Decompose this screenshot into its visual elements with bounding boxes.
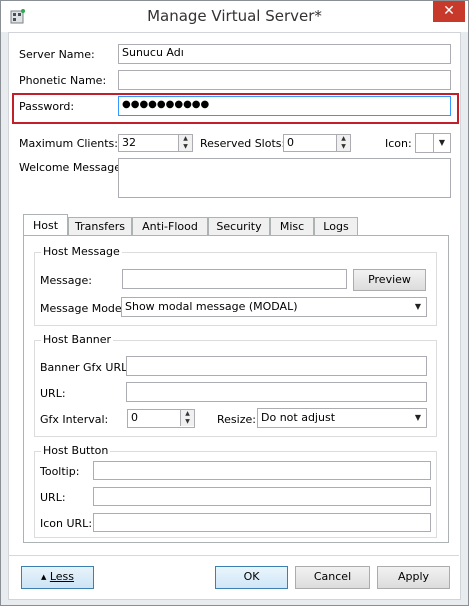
tooltip-label: Tooltip: (40, 465, 80, 478)
title-bar[interactable]: Manage Virtual Server* ✕ (1, 1, 468, 32)
spinner-arrows-icon[interactable]: ▲ ▼ (336, 135, 350, 151)
icon-url-label: Icon URL: (40, 517, 93, 530)
welcome-message-label: Welcome Message: (19, 161, 125, 174)
footer-divider (8, 555, 459, 556)
host-banner-title: Host Banner (41, 333, 114, 346)
apply-button[interactable]: Apply (377, 566, 450, 589)
banner-gfx-url-label: Banner Gfx URL: (40, 361, 131, 374)
host-message-title: Host Message (41, 245, 122, 258)
password-label: Password: (19, 100, 75, 113)
less-button[interactable]: ▲ Less (21, 566, 94, 589)
tab-misc[interactable]: Misc (270, 217, 314, 236)
reserved-slots-label: Reserved Slots: (200, 137, 286, 150)
phonetic-name-input[interactable] (118, 70, 451, 90)
message-mode-select[interactable]: Show modal message (MODAL) ▼ (121, 297, 427, 317)
icon-select[interactable]: ▼ (415, 133, 451, 153)
max-clients-value: 32 (122, 136, 136, 149)
manage-virtual-server-window: Manage Virtual Server* ✕ Server Name: Su… (0, 0, 469, 606)
banner-url-label: URL: (40, 387, 66, 400)
message-mode-value: Show modal message (MODAL) (125, 300, 298, 313)
welcome-message-input[interactable] (118, 158, 451, 198)
tab-transfers[interactable]: Transfers (68, 217, 132, 236)
resize-value: Do not adjust (261, 411, 336, 424)
close-button[interactable]: ✕ (433, 1, 465, 22)
resize-label: Resize: (217, 413, 256, 426)
message-label: Message: (40, 274, 92, 287)
spinner-arrows-icon[interactable]: ▲ ▼ (180, 410, 194, 426)
gfx-interval-label: Gfx Interval: (40, 413, 109, 426)
phonetic-name-label: Phonetic Name: (19, 74, 107, 87)
banner-gfx-url-input[interactable] (126, 356, 427, 376)
tab-logs[interactable]: Logs (314, 217, 358, 236)
banner-url-input[interactable] (126, 382, 427, 402)
window-title: Manage Virtual Server* (147, 7, 322, 25)
host-message-input[interactable] (122, 269, 347, 289)
tab-security[interactable]: Security (208, 217, 270, 236)
chevron-down-icon: ▼ (414, 302, 422, 311)
button-url-input[interactable] (93, 487, 431, 506)
chevron-down-icon: ▼ (433, 134, 450, 152)
message-mode-label: Message Mode: (40, 302, 126, 315)
password-input[interactable]: ●●●●●●●●●● (118, 96, 451, 116)
tab-host[interactable]: Host (23, 214, 68, 235)
resize-select[interactable]: Do not adjust ▼ (257, 408, 427, 428)
max-clients-label: Maximum Clients: (19, 137, 118, 150)
server-name-label: Server Name: (19, 48, 95, 61)
cancel-button[interactable]: Cancel (295, 566, 370, 589)
icon-url-input[interactable] (93, 513, 431, 532)
less-label: Less (49, 570, 75, 583)
close-icon: ✕ (443, 3, 455, 19)
chevron-up-icon: ▲ (40, 573, 47, 581)
spinner-arrows-icon[interactable]: ▲ ▼ (178, 135, 192, 151)
preview-button[interactable]: Preview (353, 269, 426, 291)
icon-label: Icon: (385, 137, 412, 150)
gfx-interval-value: 0 (131, 411, 138, 424)
tooltip-input[interactable] (93, 461, 431, 480)
reserved-slots-value: 0 (287, 136, 294, 149)
max-clients-spinner[interactable]: 32 ▲ ▼ (118, 134, 193, 152)
reserved-slots-spinner[interactable]: 0 ▲ ▼ (283, 134, 351, 152)
ok-button[interactable]: OK (215, 566, 288, 589)
chevron-down-icon: ▼ (414, 413, 422, 422)
host-button-title: Host Button (41, 444, 111, 457)
server-name-input[interactable]: Sunucu Adı (118, 44, 451, 64)
gfx-interval-spinner[interactable]: 0 ▲ ▼ (127, 409, 195, 428)
tab-anti-flood[interactable]: Anti-Flood (132, 217, 208, 236)
button-url-label: URL: (40, 491, 66, 504)
